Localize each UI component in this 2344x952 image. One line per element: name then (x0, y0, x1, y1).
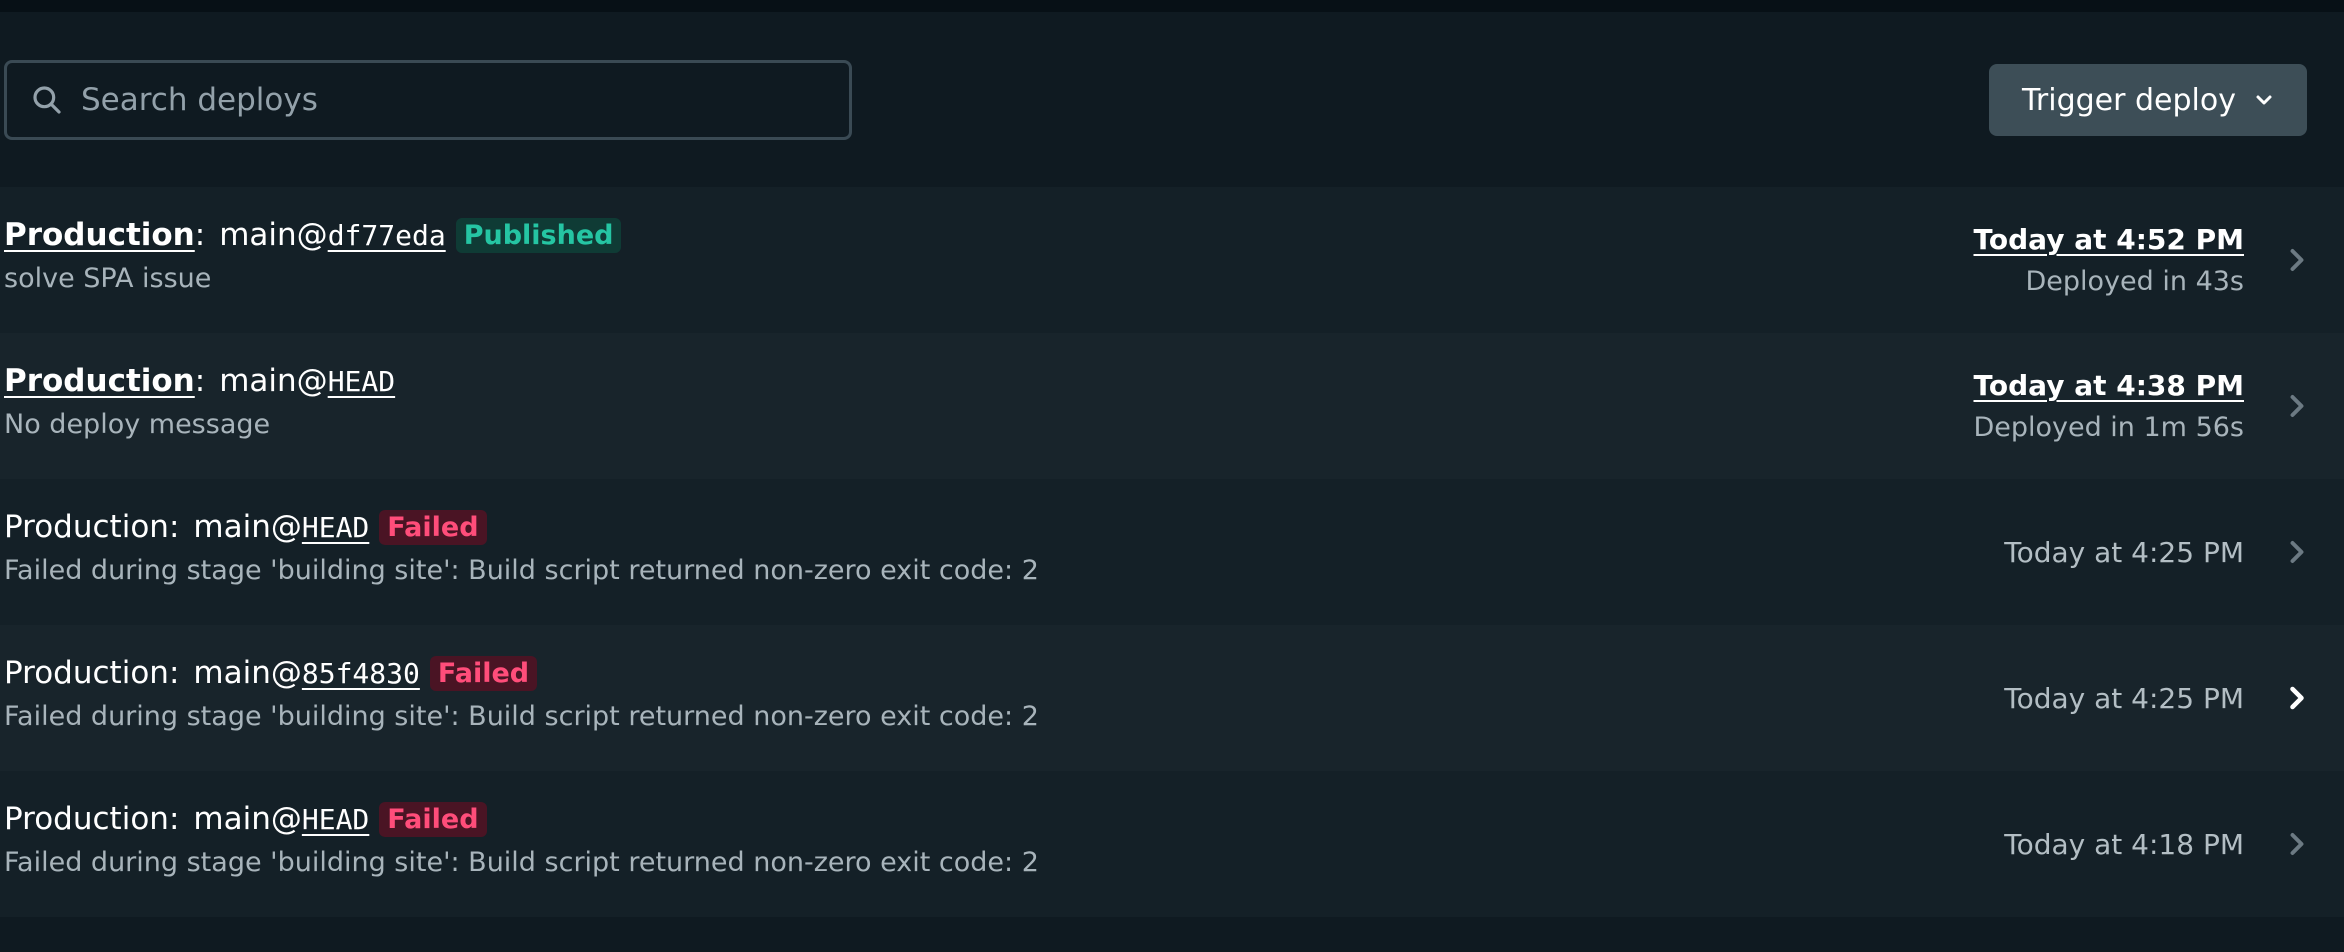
deploy-time: Today at 4:25 PM (2004, 681, 2244, 715)
deploy-commit[interactable]: HEAD (302, 803, 369, 836)
deploy-row[interactable]: Production: main@ HEAD No deploy message … (0, 333, 2344, 479)
deploy-row[interactable]: Production: main@ HEAD Failed Failed duri… (0, 771, 2344, 917)
chevron-right-icon (2290, 249, 2304, 271)
deploy-time[interactable]: Today at 4:38 PM (1973, 369, 2245, 402)
deploy-time: Today at 4:25 PM (2004, 535, 2244, 569)
deploy-duration: Deployed in 43s (2025, 266, 2245, 297)
deploy-branch: main@ (193, 801, 302, 837)
deploy-message: No deploy message (4, 409, 271, 440)
deploy-message: Failed during stage 'building site': Bui… (4, 701, 1039, 732)
chevron-right-icon (2290, 833, 2304, 855)
deploy-context: Production (4, 801, 169, 837)
deploy-message: Failed during stage 'building site': Bui… (4, 555, 1039, 586)
deploy-branch: main@ (219, 217, 328, 253)
deploy-context[interactable]: Production (4, 363, 195, 399)
deploy-context: Production (4, 655, 169, 691)
deploy-commit[interactable]: df77eda (328, 219, 446, 252)
trigger-deploy-button[interactable]: Trigger deploy (1989, 64, 2307, 136)
search-box[interactable] (4, 60, 852, 140)
deploy-row[interactable]: Production: main@ df77eda Published solve… (0, 187, 2344, 333)
deploy-time[interactable]: Today at 4:52 PM (1974, 223, 2245, 256)
deploy-message: solve SPA issue (4, 263, 212, 294)
context-separator: : (168, 509, 180, 545)
chevron-down-icon (2256, 95, 2272, 105)
context-separator: : (194, 217, 206, 253)
deploy-commit[interactable]: HEAD (328, 365, 395, 398)
deploy-branch: main@ (193, 655, 302, 691)
deploy-context: Production (4, 509, 169, 545)
status-badge: Failed (379, 801, 487, 837)
chevron-right-icon (2290, 686, 2304, 710)
deploy-context[interactable]: Production (4, 217, 195, 253)
search-icon (33, 86, 61, 114)
chevron-right-icon (2290, 395, 2304, 417)
search-input[interactable] (81, 63, 849, 137)
deploy-branch: main@ (219, 363, 328, 399)
context-separator: : (168, 655, 180, 691)
top-bar (0, 0, 2344, 12)
deploy-row[interactable]: Production: main@ HEAD Failed Failed duri… (0, 479, 2344, 625)
deploy-time: Today at 4:18 PM (2004, 827, 2244, 861)
deploy-branch: main@ (193, 509, 302, 545)
context-separator: : (194, 363, 206, 399)
deploy-commit[interactable]: HEAD (302, 511, 369, 544)
context-separator: : (168, 801, 180, 837)
chevron-right-icon (2290, 541, 2304, 563)
deploy-list: Production: main@ df77eda Published solve… (0, 187, 2344, 917)
status-badge: Published (455, 217, 622, 253)
trigger-deploy-label: Trigger deploy (2022, 82, 2236, 118)
deploy-duration: Deployed in 1m 56s (1973, 412, 2244, 443)
deploy-message: Failed during stage 'building site': Bui… (4, 847, 1039, 878)
deploy-row[interactable]: Production: main@ 85f4830 Failed Failed d… (0, 625, 2344, 771)
deploy-commit[interactable]: 85f4830 (302, 657, 420, 690)
status-badge: Failed (429, 655, 538, 691)
status-badge: Failed (379, 509, 487, 545)
